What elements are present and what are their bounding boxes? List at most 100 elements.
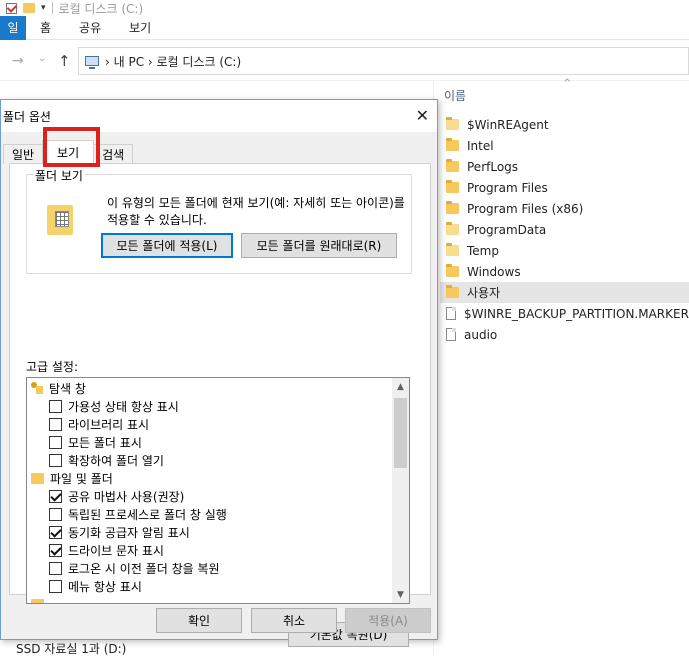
- folder-options-dialog: 폴더 옵션 ✕ 일반 보기 검색 폴더 보기 이 유형의 모든 폴더에 현재 보…: [0, 99, 438, 647]
- file-name: audio: [464, 327, 498, 342]
- checkbox-checked[interactable]: [49, 525, 62, 539]
- reset-folders-button[interactable]: 모든 폴더를 원래대로(R): [241, 233, 397, 258]
- checkbox-checked[interactable]: [49, 489, 62, 503]
- tree-option[interactable]: 모든 폴더 표시: [49, 433, 142, 451]
- list-item[interactable]: $WINRE_BACKUP_PARTITION.MARKER: [440, 303, 689, 324]
- ribbon-tab-home[interactable]: 홈: [26, 19, 65, 36]
- file-name: $WINRE_BACKUP_PARTITION.MARKER: [464, 306, 689, 321]
- apply-to-folders-button[interactable]: 모든 폴더에 적용(L): [101, 233, 233, 258]
- folder-view-group: 폴더 보기 이 유형의 모든 폴더에 현재 보기(예: 자세히 또는 아이콘)를…: [26, 167, 412, 274]
- tree-option[interactable]: 라이브러리 표시: [49, 415, 149, 433]
- list-item[interactable]: Temp: [440, 240, 689, 261]
- scrollbar-thumb[interactable]: [394, 398, 407, 468]
- tree-group-label: 탐색 창: [49, 381, 86, 396]
- scroll-up-icon[interactable]: ▲: [392, 378, 409, 395]
- file-name: Program Files: [467, 180, 548, 195]
- checkbox[interactable]: [49, 561, 62, 575]
- tree-option[interactable]: 가용성 상태 항상 표시: [49, 397, 179, 415]
- folder-view-icon: [47, 205, 73, 235]
- recent-dropdown-icon[interactable]: ⌄: [38, 53, 46, 64]
- scroll-down-icon[interactable]: ▼: [392, 586, 409, 603]
- dialog-titlebar: 폴더 옵션: [1, 100, 437, 132]
- ribbon-tab-view[interactable]: 보기: [115, 19, 165, 36]
- option-label: 가용성 상태 항상 표시: [68, 399, 179, 414]
- option-label: 로그온 시 이전 폴더 창을 복원: [68, 561, 220, 576]
- address-bar[interactable]: › 내 PC › 로컬 디스크 (C:): [78, 47, 689, 75]
- list-item[interactable]: Intel: [440, 135, 689, 156]
- list-item[interactable]: ProgramData: [440, 219, 689, 240]
- dialog-tabs: 일반 보기 검색: [3, 140, 134, 164]
- file-name: $WinREAgent: [467, 117, 549, 132]
- file-list: $WinREAgent Intel PerfLogs Program Files…: [440, 114, 689, 345]
- folder-icon: [446, 285, 459, 298]
- tree-option[interactable]: 로그온 시 이전 폴더 창을 복원: [49, 559, 220, 577]
- tree-option[interactable]: 메뉴 항상 표시: [49, 577, 142, 595]
- option-label: 라이브러리 표시: [68, 417, 150, 432]
- tree-group-label: 파일 및 폴더: [50, 471, 113, 486]
- apply-button[interactable]: 적용(A): [345, 608, 431, 633]
- close-icon[interactable]: ✕: [416, 106, 429, 125]
- checkbox[interactable]: [49, 417, 62, 431]
- list-item[interactable]: Program Files: [440, 177, 689, 198]
- list-item[interactable]: Program Files (x86): [440, 198, 689, 219]
- list-item[interactable]: audio: [440, 324, 689, 345]
- checkbox[interactable]: [49, 399, 62, 413]
- tab-general[interactable]: 일반: [3, 144, 44, 164]
- navigation-pane-icon: [31, 382, 43, 394]
- folder-view-legend: 폴더 보기: [33, 167, 85, 184]
- tree-scrollbar[interactable]: ▲ ▼: [392, 378, 409, 603]
- option-label: 모든 폴더 표시: [68, 435, 142, 450]
- quick-access-check-icon[interactable]: [6, 2, 17, 14]
- advanced-settings-label: 고급 설정:: [26, 360, 79, 374]
- list-item[interactable]: $WinREAgent: [440, 114, 689, 135]
- folder-icon: [446, 117, 459, 130]
- tab-view[interactable]: 보기: [42, 140, 95, 164]
- list-item[interactable]: PerfLogs: [440, 156, 689, 177]
- ok-button[interactable]: 확인: [156, 608, 242, 633]
- advanced-settings-tree[interactable]: 탐색 창 가용성 상태 항상 표시 라이브러리 표시 모든 폴더 표시 확장하여…: [26, 377, 410, 604]
- folder-view-description: 이 유형의 모든 폴더에 현재 보기(예: 자세히 또는 아이콘)를 적용할 수…: [107, 196, 405, 227]
- checkbox[interactable]: [49, 435, 62, 449]
- up-arrow-icon[interactable]: ↑: [58, 52, 71, 70]
- ribbon-tab-share[interactable]: 공유: [65, 19, 115, 36]
- tree-option[interactable]: 공유 마법사 사용(권장): [49, 487, 184, 505]
- option-label: 드라이브 문자 표시: [68, 543, 164, 558]
- option-label: 동기화 공급자 알림 표시: [68, 525, 190, 540]
- checkbox[interactable]: [49, 507, 62, 521]
- window-title: 로컬 디스크 (C:): [58, 1, 144, 16]
- list-item-selected[interactable]: 사용자: [440, 282, 689, 303]
- option-label: 메뉴 항상 표시: [68, 579, 142, 594]
- ribbon-tabs: 일 홈 공유 보기: [0, 15, 689, 40]
- view-tab-panel: 폴더 보기 이 유형의 모든 폴더에 현재 보기(예: 자세히 또는 아이콘)를…: [9, 163, 431, 647]
- ribbon-file-tab[interactable]: 일: [0, 15, 26, 40]
- tree-option[interactable]: 확장하여 폴더 열기: [49, 451, 164, 469]
- tab-search[interactable]: 검색: [93, 144, 134, 164]
- option-label: 공유 마법사 사용(권장): [68, 489, 185, 504]
- sort-caret-icon: ^: [563, 78, 572, 89]
- tree-option[interactable]: 독립된 프로세스로 폴더 창 실행: [49, 505, 227, 523]
- checkbox[interactable]: [49, 453, 62, 467]
- folder-icon: [446, 180, 459, 193]
- file-name: Windows: [467, 264, 521, 279]
- folder-icon: [446, 138, 459, 151]
- cancel-button[interactable]: 취소: [251, 608, 337, 633]
- tree-group-navigation-pane: 탐색 창: [31, 379, 86, 397]
- title-separator: [51, 2, 53, 14]
- folder-icon: [446, 264, 459, 277]
- folder-icon: [31, 472, 44, 484]
- column-header-name[interactable]: 이름: [444, 87, 466, 104]
- tree-option[interactable]: 동기화 공급자 알림 표시: [49, 523, 190, 541]
- dropdown-arrow-icon[interactable]: ▾: [41, 3, 46, 13]
- folder-icon: [446, 159, 459, 172]
- option-label: 확장하여 폴더 열기: [68, 453, 164, 468]
- tree-option[interactable]: 드라이브 문자 표시: [49, 541, 164, 559]
- folder-icon: [446, 222, 459, 235]
- folder-icon: [31, 598, 44, 603]
- back-arrow-icon[interactable]: →: [12, 53, 24, 69]
- checkbox[interactable]: [49, 579, 62, 593]
- list-item[interactable]: Windows: [440, 261, 689, 282]
- document-icon: [446, 307, 456, 320]
- file-name: Temp: [467, 243, 499, 258]
- checkbox-checked[interactable]: [49, 543, 62, 557]
- file-name: ProgramData: [467, 222, 547, 237]
